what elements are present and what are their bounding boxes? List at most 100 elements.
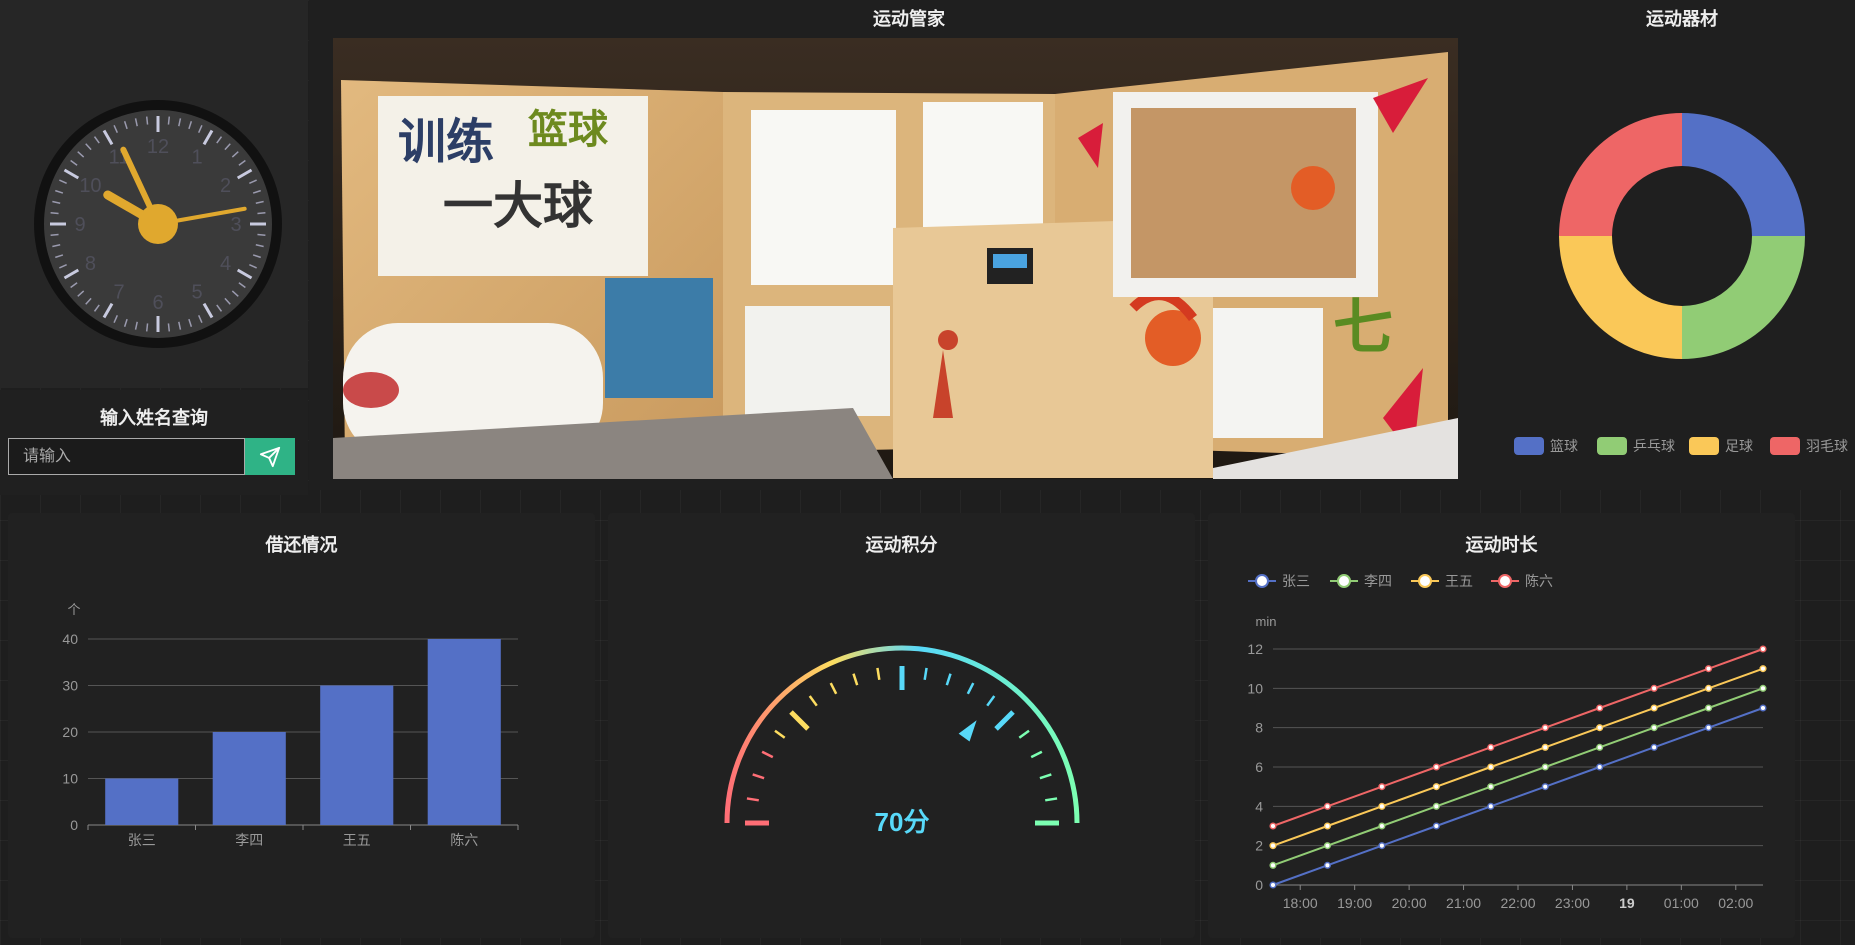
data-point [1432,822,1440,830]
borrow-bar-chart: 个 0 10 20 30 40 张三 李四 王五 陈六 [62,602,519,848]
clock-tick [145,116,149,125]
x-tick-label: 张三 [128,832,156,848]
y-tick-label: 40 [62,631,78,647]
x-tick-label: 21:00 [1446,895,1481,911]
gauge-value-label: 70分 [875,807,930,837]
gauge-tick [774,729,786,739]
send-button[interactable] [245,438,295,475]
data-point [1378,842,1386,850]
clock-number: 4 [220,253,231,275]
gauge-tick [746,797,759,802]
gauge-tick [994,710,1015,731]
clock-tick [50,233,59,237]
y-tick-label: 30 [62,678,78,694]
y-tick-label: 0 [1255,877,1263,893]
data-point [1650,724,1658,732]
clock-center-cap [138,204,178,244]
y-tick-label: 12 [1247,641,1263,657]
data-point [1650,704,1658,712]
score-panel: 运动积分 70分 [608,513,1195,938]
donut-slice [1682,236,1805,359]
gauge-tick [761,750,774,759]
y-tick-label: 4 [1255,798,1263,814]
gauge-tick [789,710,810,731]
borrow-title: 借还情况 [265,535,338,555]
query-title: 输入姓名查询 [100,408,208,428]
legend-label: 乒乓球 [1633,438,1675,454]
x-tick-label: 19:00 [1337,895,1372,911]
score-title: 运动积分 [865,535,938,555]
clock-number: 5 [191,282,202,304]
clock-number: 12 [147,136,169,158]
x-tick-label: 01:00 [1664,895,1699,911]
gauge-tick [945,673,952,686]
gauge-tick [966,682,975,695]
donut-slice [1559,113,1682,236]
project-display-photo: 训练 篮球 一大球 七 [333,38,1458,479]
clock-tick [145,323,149,332]
data-point [1596,724,1604,732]
clock-number: 8 [85,253,96,275]
data-point [1705,665,1713,673]
data-point [1650,743,1658,751]
data-point [1269,842,1277,850]
legend-label: 篮球 [1550,438,1578,454]
clock-number: 9 [74,214,85,236]
gauge-tick [1045,797,1058,802]
data-point [1269,881,1277,889]
y-tick-label: 6 [1255,759,1263,775]
name-search-input[interactable] [8,438,245,475]
y-tick-label: 10 [1247,680,1263,696]
series-line [1272,667,1764,847]
equipment-panel: 运动器材 篮球 乒乓球 足球 羽毛球 [1509,0,1855,490]
clock-tick [167,116,171,125]
data-point [1487,802,1495,810]
y-tick-label: 20 [62,724,78,740]
legend-swatch [1770,437,1800,455]
data-point [1705,704,1713,712]
gauge-tick [829,682,838,695]
data-point [1759,684,1767,692]
photo-panel-title: 运动管家 [873,9,945,29]
bar [212,732,286,825]
legend-swatch [1514,437,1544,455]
data-point [1487,783,1495,791]
clock-number: 1 [191,146,202,168]
data-point [1596,763,1604,771]
y-tick-label: 2 [1255,838,1263,854]
x-tick-label: 19 [1619,895,1635,911]
gauge-pointer [958,720,977,742]
send-icon [259,446,281,467]
data-point [1487,763,1495,771]
gauge-tick [752,773,765,780]
svg-text:七: 七 [1333,294,1393,361]
data-point [1432,783,1440,791]
data-point [1705,684,1713,692]
data-point [1269,822,1277,830]
clock-tick [50,211,59,215]
series-line [1272,707,1764,886]
bar [320,685,394,825]
equipment-donut-chart: 篮球 乒乓球 足球 羽毛球 [1514,113,1848,455]
data-point [1323,822,1331,830]
clock-panel: 12 1 2 3 4 5 6 7 8 9 10 11 [0,0,308,388]
series-line [1272,648,1764,827]
x-tick-label: 23:00 [1555,895,1590,911]
data-point [1759,665,1767,673]
legend-label: 李四 [1364,573,1392,589]
legend-label: 张三 [1282,573,1310,589]
legend-marker [1337,574,1351,588]
series-line [1272,687,1764,867]
data-point [1323,861,1331,869]
svg-text:一大球: 一大球 [443,178,594,234]
gauge-tick [1018,729,1030,739]
clock-number: 2 [220,175,231,197]
data-point [1596,704,1604,712]
name-query-panel: 输入姓名查询 [0,390,308,495]
clock-number: 3 [230,214,241,236]
legend-swatch [1689,437,1719,455]
query-row [8,438,295,475]
y-tick-label: 8 [1255,720,1263,736]
data-point [1378,802,1386,810]
borrow-return-panel: 借还情况 个 0 10 20 30 40 张三 李四 王五 陈六 [8,513,595,938]
